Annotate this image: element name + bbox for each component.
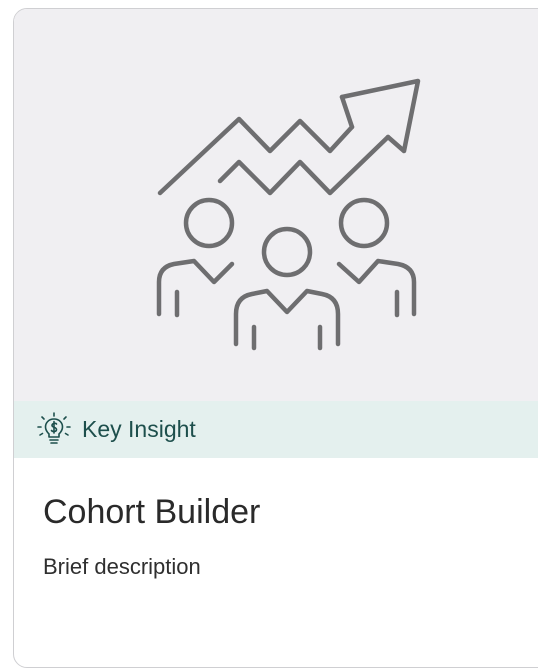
- key-insight-label: Key Insight: [82, 416, 196, 442]
- lightbulb-icon: [37, 411, 71, 444]
- cohort-builder-card[interactable]: Key Insight Cohort Builder Brief descrip…: [13, 8, 538, 668]
- key-insight-banner: Key Insight: [14, 401, 538, 458]
- card-description: Brief description: [43, 554, 201, 579]
- card-title: Cohort Builder: [43, 493, 261, 531]
- group-growth-icon: [156, 78, 421, 351]
- card-hero-image: [14, 9, 538, 401]
